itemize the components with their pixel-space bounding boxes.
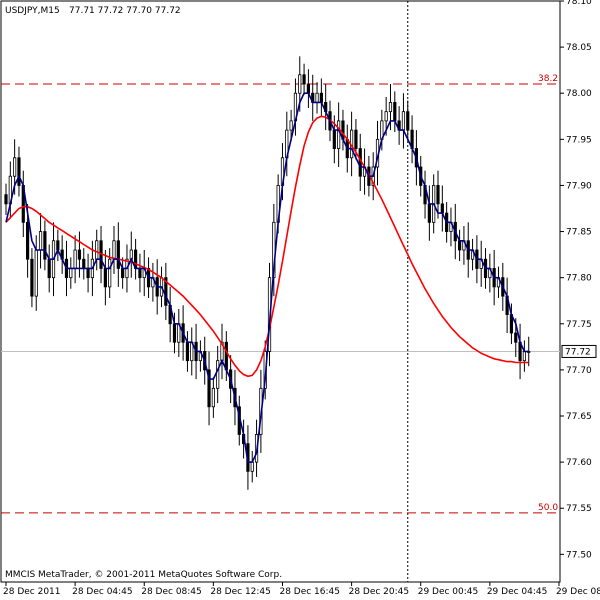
candle-body <box>4 194 8 205</box>
x-tick-label: 28 Dec 2011 <box>3 587 61 597</box>
candle-body <box>250 461 254 472</box>
candle-body <box>427 203 431 223</box>
candle-body <box>332 129 336 149</box>
candle-body <box>315 92 319 103</box>
symbol-label: USDJPY,M15 <box>5 6 60 16</box>
y-tick-label: 78.05 <box>566 43 592 53</box>
candle-body <box>82 258 86 269</box>
candle-body <box>95 240 99 260</box>
y-tick-label: 77.90 <box>566 181 592 191</box>
candle-body <box>69 268 73 279</box>
candle-body <box>440 203 444 214</box>
candle-body <box>108 258 112 288</box>
candle-body <box>401 111 406 131</box>
x-tick-label: 29 Dec 00:45 <box>418 587 479 597</box>
candle-body <box>47 258 51 279</box>
x-tick-label: 28 Dec 12:45 <box>210 587 271 597</box>
candle-body <box>43 231 47 260</box>
candle-body <box>77 249 82 260</box>
y-tick-label: 77.50 <box>566 550 592 560</box>
candle-body <box>13 157 17 177</box>
x-tick-label: 28 Dec 04:45 <box>72 587 133 597</box>
candle-body <box>112 240 116 260</box>
candle-body <box>38 231 43 251</box>
current-price-label: 77.72 <box>565 347 591 357</box>
chart-window[interactable]: 38.2 50.0 78.10 78.05 78.00 77.95 77.90 77.85 7… <box>0 0 600 600</box>
price-chart[interactable]: 38.250.0 78.1078.0578.0077.9577.9077.857… <box>0 0 600 600</box>
candle-body <box>185 341 190 362</box>
x-tick-label: 28 Dec 20:45 <box>349 587 410 597</box>
candle-body <box>103 268 107 288</box>
candle-body <box>211 387 215 408</box>
candle-body <box>337 120 341 149</box>
candle-body <box>34 249 38 297</box>
y-tick-label: 77.75 <box>566 320 592 330</box>
candle-body <box>514 332 518 343</box>
y-tick-label: 78.00 <box>566 89 592 99</box>
y-tick-label: 77.80 <box>566 274 592 284</box>
candle-body <box>17 157 21 186</box>
candle-body <box>384 111 388 122</box>
candle-body <box>138 268 142 279</box>
candle-body <box>457 240 462 251</box>
x-tick-label: 28 Dec 08:45 <box>141 587 202 597</box>
candle-body <box>354 129 358 149</box>
x-axis: 28 Dec 2011 28 Dec 04:45 28 Dec 08:45 28 De… <box>3 582 600 597</box>
x-tick-label: 29 Dec 08:45 <box>556 587 600 597</box>
fib-label: 38.2 <box>538 74 558 84</box>
candle-body <box>116 240 120 269</box>
candle-body <box>298 74 302 94</box>
candle-body <box>73 249 77 269</box>
candle-body <box>522 351 527 362</box>
candle-body <box>86 268 90 279</box>
candle-body <box>121 268 125 279</box>
y-axis: 78.10 78.05 78.00 77.95 77.90 77.85 77.80 77.75… <box>560 0 597 560</box>
y-tick-label: 77.60 <box>566 458 592 468</box>
y-tick-label: 77.65 <box>566 412 592 422</box>
fib-label: 50.0 <box>538 503 558 513</box>
candle-body <box>289 120 293 131</box>
candle-body <box>436 185 440 205</box>
x-tick-label: 29 Dec 04:45 <box>487 587 548 597</box>
candle-body <box>406 111 410 131</box>
candle-body <box>388 102 393 113</box>
y-tick-label: 77.70 <box>566 366 592 376</box>
candle-body <box>216 360 220 389</box>
x-tick-label: 28 Dec 16:45 <box>279 587 340 597</box>
candle-body <box>306 83 311 94</box>
candle-body <box>30 258 34 297</box>
candle-body <box>224 341 228 371</box>
y-tick-label: 77.55 <box>566 504 592 514</box>
candle-body <box>172 323 177 343</box>
candle-body <box>25 221 30 260</box>
y-tick-label: 77.85 <box>566 228 592 238</box>
y-tick-label: 78.10 <box>566 0 592 7</box>
quote-values: 77.71 77.72 77.70 77.72 <box>69 6 181 16</box>
candle-body <box>393 102 397 122</box>
candle-body <box>319 92 323 103</box>
copyright-label: MMCIS MetaTrader, © 2001-2011 MetaQuotes… <box>5 570 282 580</box>
plot-frame <box>0 0 561 583</box>
y-tick-label: 77.95 <box>566 135 592 145</box>
candle-body <box>302 74 306 85</box>
